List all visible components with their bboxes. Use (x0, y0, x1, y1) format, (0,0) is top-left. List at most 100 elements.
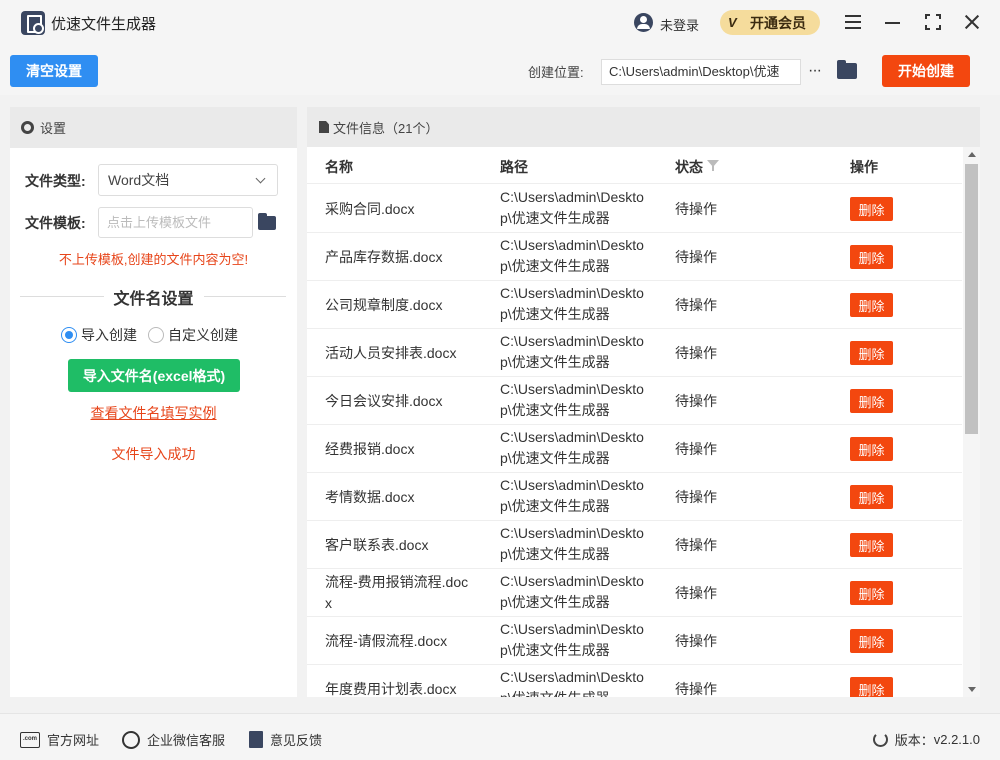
column-header-name: 名称 (325, 159, 353, 175)
file-name: 今日会议安排.docx (325, 392, 443, 409)
file-table-body: 采购合同.docx C:\Users\admin\Desktop\优速文件生成器… (307, 185, 962, 697)
login-status[interactable]: 未登录 (660, 15, 699, 34)
table-row: 今日会议安排.docx C:\Users\admin\Desktop\优速文件生… (307, 377, 962, 425)
table-scrollbar[interactable] (963, 147, 980, 697)
version-label: 版本： (894, 733, 934, 748)
file-status: 待操作 (675, 441, 717, 457)
app-title: 优速文件生成器 (51, 16, 157, 33)
file-status: 待操作 (675, 393, 717, 409)
delete-button[interactable]: 删除 (850, 437, 893, 461)
close-icon[interactable] (960, 10, 984, 34)
file-name: 流程-费用报销流程.docx (325, 574, 469, 611)
maximize-icon[interactable] (921, 10, 945, 34)
delete-button[interactable]: 删除 (850, 485, 893, 509)
filename-section-title: 文件名设置 (113, 291, 194, 308)
table-row: 客户联系表.docx C:\Users\admin\Desktop\优速文件生成… (307, 521, 962, 569)
file-status: 待操作 (675, 585, 717, 601)
feedback-icon (249, 731, 263, 748)
column-header-action: 操作 (850, 159, 878, 175)
delete-button[interactable]: 删除 (850, 581, 893, 605)
filter-icon[interactable] (707, 160, 719, 171)
feedback-link[interactable]: 意见反馈 (249, 730, 322, 749)
file-path: C:\Users\admin\Desktop\优速文件生成器 (500, 285, 644, 322)
delete-button[interactable]: 删除 (850, 341, 893, 365)
column-header-path: 路径 (500, 159, 528, 175)
file-status: 待操作 (675, 345, 717, 361)
version-info[interactable]: 版本： v2.2.1.0 (872, 730, 980, 749)
gear-icon (21, 121, 34, 134)
delete-button[interactable]: 删除 (850, 629, 893, 653)
radio-custom[interactable]: 自定义创建 (148, 325, 238, 345)
import-status: 文件导入成功 (111, 446, 196, 462)
import-filenames-button[interactable]: 导入文件名(excel格式) (68, 359, 240, 392)
template-label: 文件模板: (25, 215, 86, 231)
table-row: 产品库存数据.docx C:\Users\admin\Desktop\优速文件生… (307, 233, 962, 281)
file-status: 待操作 (675, 681, 717, 697)
file-status: 待操作 (675, 489, 717, 505)
chevron-down-icon (255, 173, 266, 184)
title-bar: 优速文件生成器 未登录 V 开通会员 (0, 0, 1000, 45)
file-path: C:\Users\admin\Desktop\优速文件生成器 (500, 525, 644, 562)
file-path: C:\Users\admin\Desktop\优速文件生成器 (500, 381, 644, 418)
file-type-select[interactable]: Word文档 (98, 164, 278, 196)
delete-button[interactable]: 删除 (850, 293, 893, 317)
file-status: 待操作 (675, 633, 717, 649)
template-input[interactable]: 点击上传模板文件 (98, 207, 253, 238)
file-name: 客户联系表.docx (325, 536, 429, 553)
location-label: 创建位置: (528, 65, 584, 80)
template-folder-icon[interactable] (258, 213, 276, 230)
wechat-icon (122, 730, 140, 749)
radio-import[interactable]: 导入创建 (61, 325, 137, 345)
menu-icon[interactable] (841, 10, 865, 34)
minimize-icon[interactable] (881, 10, 905, 34)
website-link[interactable]: .com 官方网址 (20, 730, 99, 749)
app-logo-icon (21, 11, 45, 35)
delete-button[interactable]: 删除 (850, 245, 893, 269)
scroll-up-icon[interactable] (968, 152, 976, 157)
file-type-label: 文件类型: (25, 173, 86, 189)
radio-import-label: 导入创建 (81, 327, 137, 343)
feedback-label: 意见反馈 (270, 733, 323, 748)
table-header: 名称 路径 状态 操作 (307, 147, 962, 184)
delete-button[interactable]: 删除 (850, 389, 893, 413)
scroll-down-icon[interactable] (968, 687, 976, 692)
website-label: 官方网址 (47, 733, 100, 748)
column-header-status: 状态 (675, 159, 703, 175)
wechat-label: 企业微信客服 (147, 733, 226, 748)
file-path: C:\Users\admin\Desktop\优速文件生成器 (500, 189, 644, 226)
clear-settings-button[interactable]: 清空设置 (10, 55, 98, 87)
scroll-thumb[interactable] (965, 164, 978, 434)
file-name: 采购合同.docx (325, 200, 415, 217)
file-name: 公司规章制度.docx (325, 296, 443, 313)
table-row: 年度费用计划表.docx C:\Users\admin\Desktop\优速文件… (307, 665, 962, 697)
file-path: C:\Users\admin\Desktop\优速文件生成器 (500, 429, 644, 466)
radio-import-indicator[interactable] (61, 327, 77, 343)
file-name: 产品库存数据.docx (325, 248, 443, 265)
table-row: 流程-请假流程.docx C:\Users\admin\Desktop\优速文件… (307, 617, 962, 665)
file-name: 流程-请假流程.docx (325, 632, 448, 649)
toolbar: 清空设置 创建位置: C:\Users\admin\Desktop\优速 ···… (0, 45, 1000, 95)
table-row: 经费报销.docx C:\Users\admin\Desktop\优速文件生成器… (307, 425, 962, 473)
radio-custom-indicator[interactable] (148, 327, 164, 343)
settings-panel: 设置 文件类型: Word文档 文件模板: 点击上传模板文件 不上传模板,创建的… (10, 107, 297, 697)
location-input[interactable]: C:\Users\admin\Desktop\优速 (601, 59, 801, 85)
vip-button[interactable]: V 开通会员 (720, 10, 820, 35)
file-info-panel: 文件信息（21个） 名称 路径 状态 操作 采购合同.docx C:\Users… (307, 107, 980, 697)
more-icon[interactable]: ··· (808, 62, 826, 82)
web-icon: .com (20, 731, 40, 748)
file-name: 年度费用计划表.docx (325, 680, 457, 697)
file-type-value: Word文档 (108, 172, 170, 188)
delete-button[interactable]: 删除 (850, 533, 893, 557)
file-status: 待操作 (675, 249, 717, 265)
delete-button[interactable]: 删除 (850, 677, 893, 697)
vip-icon: V (728, 14, 737, 30)
folder-icon[interactable] (837, 60, 857, 79)
filename-example-link[interactable]: 查看文件名填写实例 (10, 403, 297, 423)
start-create-button[interactable]: 开始创建 (882, 55, 970, 87)
wechat-service-link[interactable]: 企业微信客服 (122, 730, 225, 749)
table-row: 公司规章制度.docx C:\Users\admin\Desktop\优速文件生… (307, 281, 962, 329)
delete-button[interactable]: 删除 (850, 197, 893, 221)
file-status: 待操作 (675, 537, 717, 553)
user-icon[interactable] (634, 13, 653, 32)
file-info-header: 文件信息（21个） (307, 107, 980, 147)
